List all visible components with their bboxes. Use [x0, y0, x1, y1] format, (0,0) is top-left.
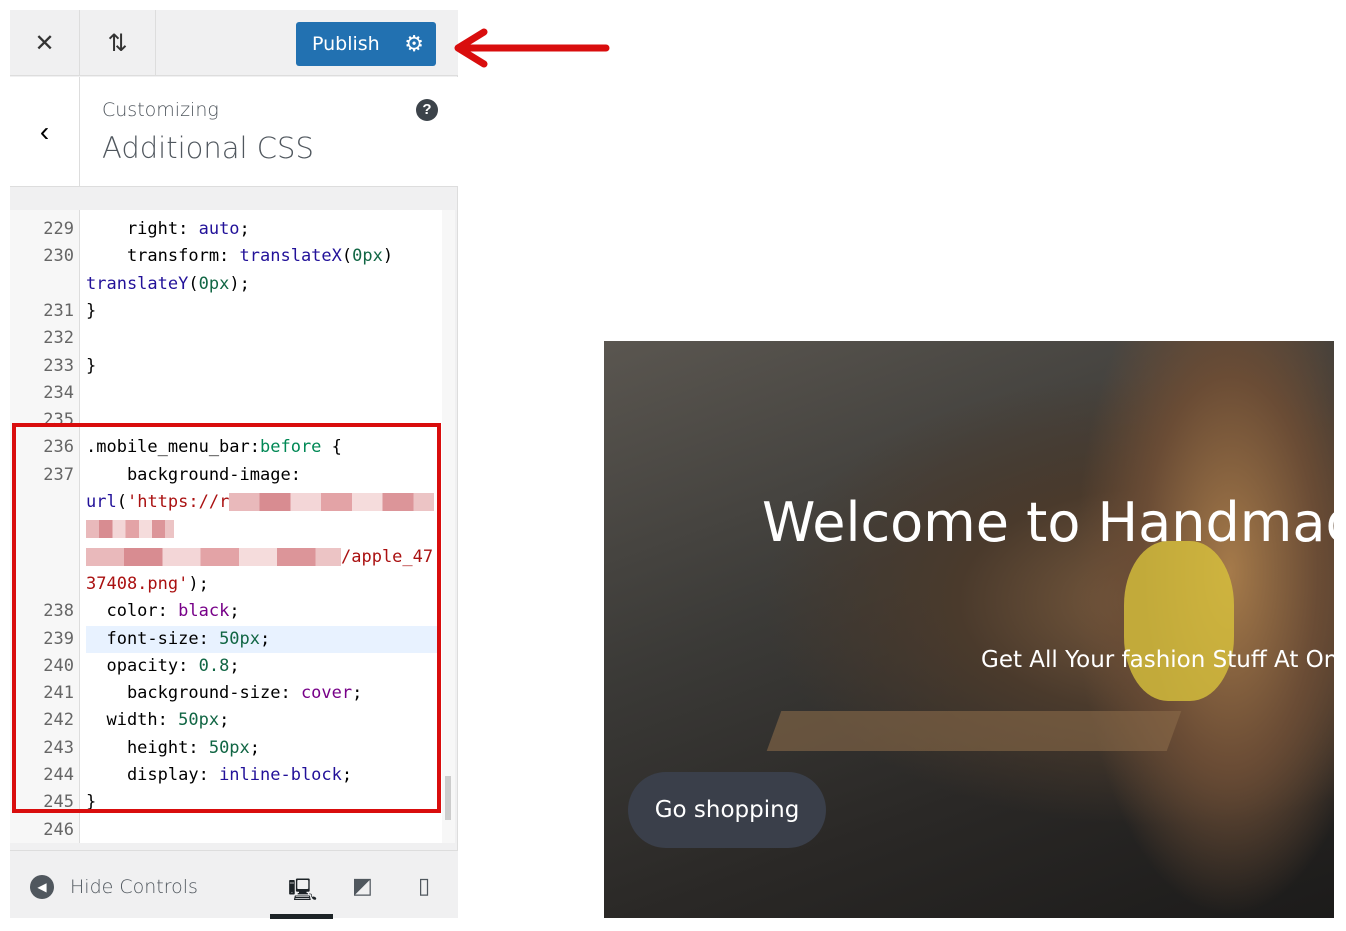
code-token: ): [382, 246, 394, 267]
tablet-icon[interactable]: ◩: [352, 873, 373, 899]
code-text: right: auto;: [86, 216, 440, 243]
publish-button[interactable]: Publish ⚙: [296, 22, 436, 66]
mobile-icon[interactable]: ▯: [418, 873, 430, 899]
line-number: 246: [43, 819, 74, 840]
code-token: transform:: [86, 246, 240, 267]
breadcrumb: Customizing: [102, 99, 219, 121]
hero-title: Welcome to Handmad: [762, 491, 1334, 554]
code-line[interactable]: 232: [10, 325, 440, 352]
customizer-topbar: ✕ ⇅ Publish ⚙: [10, 10, 458, 76]
hero-section: Welcome to Handmad Get All Your fashion …: [604, 341, 1334, 918]
code-token: (: [188, 273, 199, 294]
hide-controls-label: Hide Controls: [70, 876, 198, 898]
editor-scrollbar[interactable]: [442, 210, 455, 843]
code-token: 0px: [198, 273, 230, 294]
hide-controls-button[interactable]: ◀ Hide Controls: [30, 875, 198, 899]
go-shopping-button[interactable]: Go shopping: [628, 772, 826, 848]
line-number: 234: [43, 382, 74, 403]
line-number: 230: [43, 246, 74, 267]
code-token: translateX: [239, 246, 342, 267]
line-number: 231: [43, 300, 74, 321]
collapse-icon: ◀: [30, 875, 54, 899]
code-line[interactable]: translateY(0px);: [10, 271, 440, 298]
code-token: auto: [198, 219, 240, 239]
close-button[interactable]: ✕: [10, 10, 80, 76]
reorder-button[interactable]: ⇅: [80, 10, 156, 76]
annotation-highlight-box: [12, 423, 441, 813]
code-line[interactable]: 231}: [10, 298, 440, 325]
arrows-up-down-icon: ⇅: [107, 29, 128, 57]
code-token: 0px: [352, 246, 383, 267]
code-token: }: [86, 355, 97, 376]
hero-subtitle: Get All Your fashion Stuff At One: [981, 647, 1334, 673]
code-text: }: [86, 353, 440, 380]
code-line[interactable]: 230 transform: translateX(0px): [10, 243, 440, 270]
desktop-icon[interactable]: 🖳: [288, 873, 317, 911]
active-device-indicator: [270, 914, 333, 919]
code-token: }: [86, 300, 97, 321]
code-token: right:: [86, 219, 199, 239]
code-token: translateY: [86, 273, 189, 294]
section-header: ‹ Customizing Additional CSS ?: [10, 77, 458, 187]
page-title: Additional CSS: [102, 131, 314, 165]
code-token: );: [229, 273, 250, 294]
chevron-left-icon: ‹: [39, 116, 50, 147]
code-line[interactable]: 246: [10, 817, 440, 843]
code-text: translateY(0px);: [86, 271, 440, 298]
code-token: ;: [239, 219, 250, 239]
line-number: 232: [43, 328, 74, 349]
scrollbar-thumb[interactable]: [445, 776, 451, 820]
close-icon: ✕: [34, 29, 55, 57]
code-line[interactable]: 229 right: auto;: [10, 216, 440, 243]
annotation-arrow: [454, 28, 610, 68]
question-icon[interactable]: ?: [416, 99, 438, 121]
line-number: 233: [43, 355, 74, 376]
publish-label: Publish: [312, 33, 380, 55]
gear-icon[interactable]: ⚙: [404, 32, 424, 57]
back-button[interactable]: ‹: [10, 77, 80, 187]
code-text: transform: translateX(0px): [86, 243, 440, 270]
line-number: 229: [43, 219, 74, 239]
code-line[interactable]: 233}: [10, 353, 440, 380]
code-line[interactable]: 234: [10, 380, 440, 407]
customizer-footer: ◀ Hide Controls 🖳 ◩ ▯: [10, 850, 458, 919]
code-token: (: [341, 246, 353, 267]
code-text: }: [86, 298, 440, 325]
